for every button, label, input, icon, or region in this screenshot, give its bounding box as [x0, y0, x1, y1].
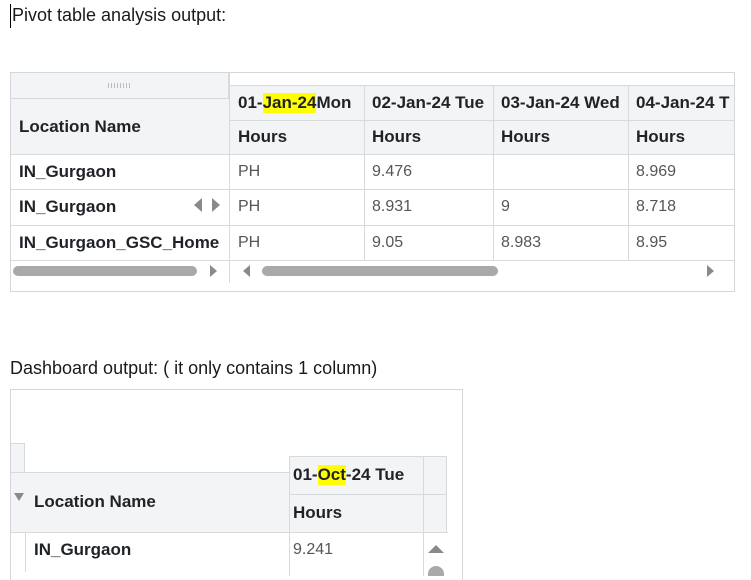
table-cell: 8.931 [372, 198, 413, 215]
grid-line [11, 225, 734, 226]
date-day: 01- [293, 465, 318, 484]
scroll-right-icon[interactable] [210, 265, 217, 277]
grid-line [230, 120, 734, 121]
vertical-scrollbar[interactable] [428, 566, 444, 576]
scroll-left-icon[interactable] [243, 265, 250, 277]
table-row-label: IN_Gurgaon [34, 540, 132, 559]
table-cell: 9.476 [372, 162, 413, 180]
location-name-header[interactable]: Location Name [11, 99, 229, 154]
move-left-icon[interactable] [194, 198, 202, 212]
main-horizontal-scrollbar[interactable] [262, 266, 498, 276]
scroll-up-icon[interactable] [428, 545, 444, 553]
grid-line [423, 456, 424, 576]
pivot-caption: Pivot table analysis output: [12, 5, 227, 25]
grid-line [11, 189, 734, 190]
column-header-date-3[interactable]: 03-Jan-24 Wed [493, 85, 628, 120]
table-cell: PH [238, 198, 261, 215]
table-cell: 9.241 [293, 541, 334, 558]
column-subheader-hours: Hours [293, 503, 343, 522]
table-cell [493, 154, 628, 189]
column-subheader-hours: Hours [372, 127, 422, 146]
table-cell: 9 [501, 198, 510, 215]
scroll-right-icon[interactable] [707, 265, 714, 277]
date-rest: -24 Tue [345, 465, 405, 484]
dashboard-caption: Dashboard output: ( it only contains 1 c… [10, 358, 378, 378]
column-header-date-1[interactable]: 01- Jan-24 Mon [230, 85, 364, 120]
left-horizontal-scrollbar[interactable] [13, 266, 197, 276]
pivot-corner [11, 73, 229, 99]
table-cell: 8.983 [501, 233, 542, 251]
move-right-icon[interactable] [212, 198, 220, 212]
table-row-label: IN_Gurgaon [19, 161, 117, 181]
location-name-header[interactable]: Location Name [25, 472, 289, 532]
date-1-highlight: Jan-24 [262, 92, 317, 113]
grid-line [229, 73, 230, 283]
column-header-date[interactable]: 01- Oct -24 Tue [289, 456, 424, 494]
pivot-table: Location Name 01- Jan-24 Mon 02-Jan-24 Tu… [10, 72, 735, 292]
table-cell: 8.718 [636, 198, 677, 215]
table-cell: PH [238, 233, 261, 251]
collapse-icon[interactable] [14, 493, 24, 501]
grid-line [364, 85, 365, 260]
date-1-weekday: Mon [316, 92, 352, 112]
table-cell: 9.05 [372, 233, 404, 251]
column-subheader-hours: Hours [501, 127, 551, 146]
table-cell: PH [238, 162, 261, 180]
table-row-label: IN_Gurgaon_GSC_Home [19, 232, 220, 252]
grid-line [25, 532, 26, 572]
column-subheader-hours: Hours [238, 127, 288, 146]
corner-cell [11, 443, 25, 472]
date-1-day: 01- [238, 92, 263, 112]
dashboard-table: Location Name 01- Oct -24 Tue Hours IN_Gur… [10, 389, 463, 580]
grid-line [11, 154, 734, 155]
resize-handle[interactable] [108, 83, 132, 88]
column-header-date-4[interactable]: 04-Jan-24 T [628, 85, 734, 120]
table-cell: 8.969 [636, 162, 677, 180]
table-cell: 8.95 [636, 233, 668, 251]
grid-line [493, 85, 494, 260]
column-subheader-hours: Hours [636, 127, 686, 146]
date-highlight: Oct [317, 465, 346, 485]
text-cursor [10, 4, 11, 28]
column-header-date-2[interactable]: 02-Jan-24 Tue [364, 85, 493, 120]
grid-line [628, 85, 629, 260]
grid-line [11, 260, 734, 261]
